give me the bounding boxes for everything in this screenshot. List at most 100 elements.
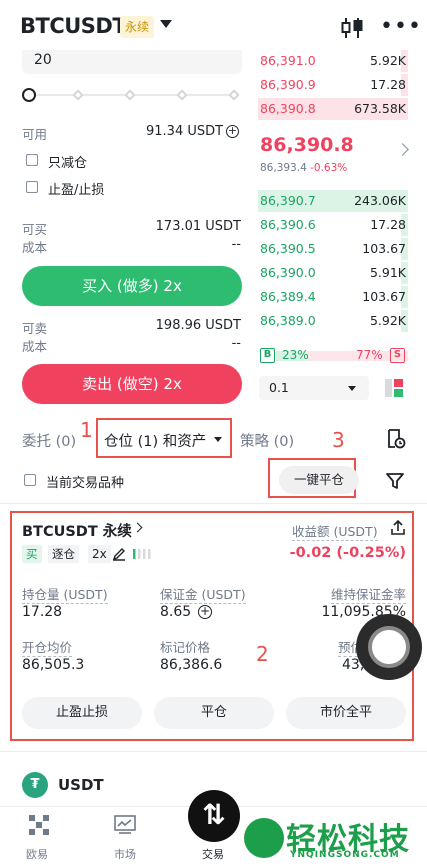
cost-label: 成本 [22, 339, 48, 354]
nav-trade-label[interactable]: 交易 [202, 846, 224, 862]
trade-swap-icon[interactable]: ⇅ [188, 790, 240, 842]
quantity-input[interactable]: 20 [22, 50, 242, 74]
row-price: 86,389.0 [260, 313, 316, 328]
usdt-icon: ₮ [22, 772, 48, 798]
nav-overview-label[interactable]: 欧易 [26, 846, 48, 862]
can-sell-value: 198.96 USDT [155, 318, 241, 333]
row-qty: 17.28 [370, 77, 406, 92]
tab-dropdown-icon[interactable] [214, 437, 222, 442]
margin-mode-tag: 逐仓 [48, 545, 79, 563]
reduce-only-label[interactable]: 只减仓 [48, 152, 87, 171]
pnl-value: -0.02 (-0.25%) [289, 545, 406, 561]
close-all-button[interactable]: 一键平仓 [279, 466, 359, 494]
symbol-title[interactable]: BTCUSDT [20, 14, 127, 38]
annotation-number: 1 [80, 418, 93, 442]
can-buy-label: 可买 [22, 222, 48, 237]
asset-name[interactable]: USDT [58, 776, 104, 794]
watermark-logo [244, 818, 284, 858]
size-value: 17.28 [22, 604, 63, 620]
row-qty: 103.67 [362, 241, 406, 256]
can-buy-value: 173.01 USDT [155, 219, 241, 234]
ask-row[interactable]: 86,391.0 5.92K [258, 50, 408, 72]
tp-sl-checkbox[interactable] [26, 181, 38, 193]
close-position-button[interactable]: 平仓 [154, 697, 274, 729]
market-chart-icon[interactable] [114, 815, 136, 835]
sell-letter-badge: S [390, 348, 405, 363]
row-price: 86,390.5 [260, 241, 316, 256]
tp-sl-button[interactable]: 止盈止损 [22, 697, 142, 729]
chevron-right-icon[interactable] [396, 143, 409, 156]
tab-strategies[interactable]: 策略 (0) [240, 430, 294, 451]
row-qty: 103.67 [362, 289, 406, 304]
row-price: 86,390.6 [260, 217, 316, 232]
position-symbol[interactable]: BTCUSDT 永续 [22, 520, 132, 541]
buy-percent: 23% [282, 348, 309, 362]
reduce-only-checkbox[interactable] [26, 154, 38, 166]
market-close-all-button[interactable]: 市价全平 [286, 697, 406, 729]
bid-row[interactable]: 86,390.0 5.91K [258, 262, 408, 284]
tp-sl-label[interactable]: 止盈/止损 [48, 179, 104, 198]
chevron-down-icon[interactable] [348, 386, 356, 391]
mark-price-label: 标记价格 [160, 640, 211, 655]
orderbook-layout-icon[interactable] [384, 378, 404, 398]
divider [0, 751, 427, 752]
row-qty: 5.92K [369, 53, 406, 68]
tab-positions[interactable]: 仓位 (1) 和资产 [104, 430, 206, 451]
current-symbol-label[interactable]: 当前交易品种 [46, 472, 124, 491]
row-price: 86,390.0 [260, 265, 316, 280]
slider-step[interactable] [176, 89, 188, 101]
bid-row[interactable]: 86,389.4 103.67 [258, 286, 408, 308]
slider-step[interactable] [124, 89, 136, 101]
nav-market-label[interactable]: 市场 [114, 846, 136, 862]
edit-icon[interactable] [112, 547, 126, 561]
side-tag: 买 [22, 545, 42, 563]
share-icon[interactable] [390, 520, 406, 536]
annotation-number: 3 [332, 428, 345, 452]
cost-buy-value: -- [231, 237, 241, 252]
available-label: 可用 [22, 127, 48, 142]
top-bar: BTCUSDT 永续 ••• [0, 0, 427, 54]
buy-sell-ratio: B 23% 77% S [258, 347, 408, 365]
ask-row[interactable]: 86,390.9 17.28 [258, 74, 408, 96]
maintenance-margin-label: 维持保证金率 [330, 584, 406, 604]
sell-short-button[interactable]: 卖出 (做空) 2x [22, 364, 242, 404]
tab-orders[interactable]: 委托 (0) [22, 430, 76, 451]
floating-assistive-button[interactable] [356, 614, 422, 680]
row-price: 86,389.4 [260, 289, 316, 304]
current-symbol-checkbox[interactable] [24, 474, 36, 486]
ask-row[interactable]: 86,390.8 673.58K [258, 98, 408, 120]
mark-price-line: 86,393.4 -0.63% [260, 162, 347, 174]
entry-price-value: 86,505.3 [22, 657, 85, 673]
can-sell-label: 可卖 [22, 321, 48, 336]
bid-row[interactable]: 86,390.5 103.67 [258, 238, 408, 260]
mark-price: 86,393.4 [260, 162, 307, 174]
slider-step[interactable] [72, 89, 84, 101]
margin-label: 保证金 (USDT) [160, 584, 246, 604]
row-price: 86,390.7 [260, 193, 316, 208]
leverage-tag[interactable]: 2x [88, 545, 111, 563]
bid-row[interactable]: 86,390.7 243.06K [258, 190, 408, 212]
symbol-dropdown-icon[interactable] [160, 20, 172, 28]
okx-logo-icon[interactable] [28, 814, 50, 836]
size-label: 持仓量 (USDT) [22, 584, 108, 604]
add-funds-icon[interactable]: + [226, 125, 239, 138]
bid-row[interactable]: 86,389.0 5.92K [258, 310, 408, 332]
row-price: 86,390.8 [260, 101, 316, 116]
add-margin-icon[interactable]: + [198, 605, 212, 619]
slider-step[interactable] [228, 89, 240, 101]
filter-icon[interactable] [386, 472, 404, 490]
entry-price-label: 开仓均价 [22, 637, 73, 657]
buy-long-button[interactable]: 买入 (做多) 2x [22, 266, 242, 306]
row-qty: 5.91K [369, 265, 406, 280]
more-icon[interactable]: ••• [380, 16, 422, 38]
cost-sell-value: -- [231, 336, 241, 351]
margin-value: 8.65 [160, 604, 192, 620]
slider-thumb[interactable] [22, 88, 36, 102]
buy-letter-badge: B [260, 348, 275, 363]
last-price[interactable]: 86,390.8 [260, 134, 354, 156]
bid-row[interactable]: 86,390.6 17.28 [258, 214, 408, 236]
mark-price-value: 86,386.6 [160, 657, 223, 673]
order-history-icon[interactable] [386, 429, 406, 449]
candlestick-chart-icon[interactable] [340, 17, 364, 39]
available-value: 91.34 USDT [146, 124, 224, 139]
